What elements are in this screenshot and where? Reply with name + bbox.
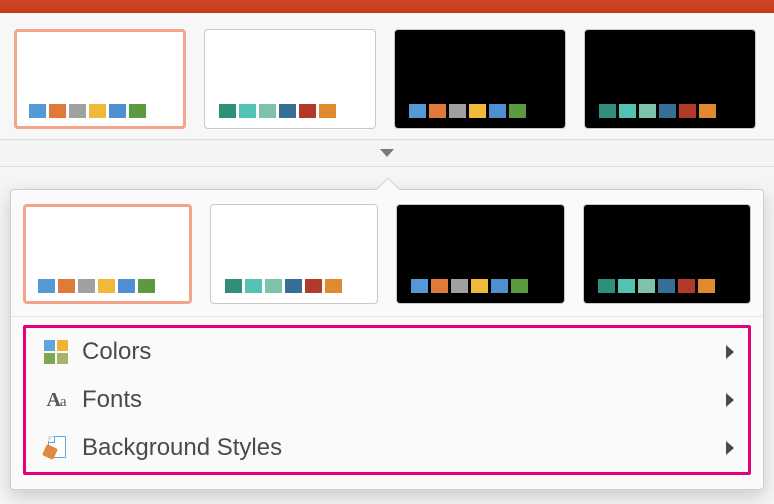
color-swatch	[98, 279, 115, 293]
color-swatch	[259, 104, 276, 118]
color-swatch	[699, 104, 716, 118]
color-swatch	[69, 104, 86, 118]
chevron-down-icon	[380, 149, 394, 157]
color-swatch	[38, 279, 55, 293]
color-swatch	[429, 104, 446, 118]
color-swatch	[449, 104, 466, 118]
color-swatch	[491, 279, 508, 293]
chevron-right-icon	[726, 345, 734, 359]
color-swatch	[89, 104, 106, 118]
color-swatch	[678, 279, 695, 293]
pop-variant-0[interactable]	[23, 204, 192, 304]
color-swatch	[619, 104, 636, 118]
pop-variant-1[interactable]	[210, 204, 379, 304]
variants-popover-wrap: Colors Aa Fonts Background Styl	[0, 167, 774, 490]
ribbon-accent-bar	[0, 0, 774, 13]
swatch-row	[29, 104, 146, 118]
colors-label: Colors	[82, 338, 726, 366]
color-swatch	[319, 104, 336, 118]
fonts-label: Fonts	[82, 386, 726, 414]
top-variant-1[interactable]	[204, 29, 376, 129]
swatch-row	[411, 279, 528, 293]
color-swatch	[299, 104, 316, 118]
color-swatch	[279, 104, 296, 118]
color-swatch	[658, 279, 675, 293]
fonts-menu-item[interactable]: Aa Fonts	[26, 376, 748, 424]
swatch-row	[219, 104, 336, 118]
swatch-row	[38, 279, 155, 293]
color-swatch	[659, 104, 676, 118]
swatch-row	[409, 104, 526, 118]
color-swatch	[618, 279, 635, 293]
background-styles-label: Background Styles	[82, 434, 726, 462]
color-swatch	[78, 279, 95, 293]
color-swatch	[225, 279, 242, 293]
color-swatch	[509, 104, 526, 118]
color-swatch	[698, 279, 715, 293]
color-swatch	[219, 104, 236, 118]
color-swatch	[138, 279, 155, 293]
variants-popover: Colors Aa Fonts Background Styl	[10, 189, 764, 490]
colors-menu-item[interactable]: Colors	[26, 328, 748, 376]
top-variant-0[interactable]	[14, 29, 186, 129]
color-swatch	[29, 104, 46, 118]
color-swatch	[598, 279, 615, 293]
color-swatch	[129, 104, 146, 118]
color-swatch	[679, 104, 696, 118]
color-swatch	[431, 279, 448, 293]
color-swatch	[305, 279, 322, 293]
theme-variants-gallery	[0, 13, 774, 139]
expand-gallery-button[interactable]	[359, 142, 415, 164]
background-styles-menu-item[interactable]: Background Styles	[26, 424, 748, 472]
color-swatch	[599, 104, 616, 118]
chevron-right-icon	[726, 441, 734, 455]
chevron-right-icon	[726, 393, 734, 407]
fonts-icon: Aa	[40, 389, 72, 412]
menu-highlight-box: Colors Aa Fonts Background Styl	[23, 325, 751, 475]
gallery-expand-row	[0, 139, 774, 167]
color-swatch	[411, 279, 428, 293]
color-swatch	[511, 279, 528, 293]
top-variant-2[interactable]	[394, 29, 566, 129]
color-swatch	[245, 279, 262, 293]
popover-variants-gallery	[11, 190, 763, 317]
color-swatch	[325, 279, 342, 293]
color-swatch	[639, 104, 656, 118]
pop-variant-3[interactable]	[583, 204, 752, 304]
color-swatch	[118, 279, 135, 293]
background-styles-icon	[40, 436, 72, 460]
popover-arrow	[374, 176, 400, 190]
color-swatch	[471, 279, 488, 293]
color-swatch	[109, 104, 126, 118]
color-swatch	[489, 104, 506, 118]
colors-icon	[40, 340, 72, 364]
color-swatch	[265, 279, 282, 293]
swatch-row	[599, 104, 716, 118]
pop-variant-2[interactable]	[396, 204, 565, 304]
color-swatch	[469, 104, 486, 118]
color-swatch	[49, 104, 66, 118]
top-variant-3[interactable]	[584, 29, 756, 129]
swatch-row	[225, 279, 342, 293]
color-swatch	[239, 104, 256, 118]
color-swatch	[58, 279, 75, 293]
color-swatch	[451, 279, 468, 293]
swatch-row	[598, 279, 715, 293]
color-swatch	[285, 279, 302, 293]
color-swatch	[409, 104, 426, 118]
color-swatch	[638, 279, 655, 293]
